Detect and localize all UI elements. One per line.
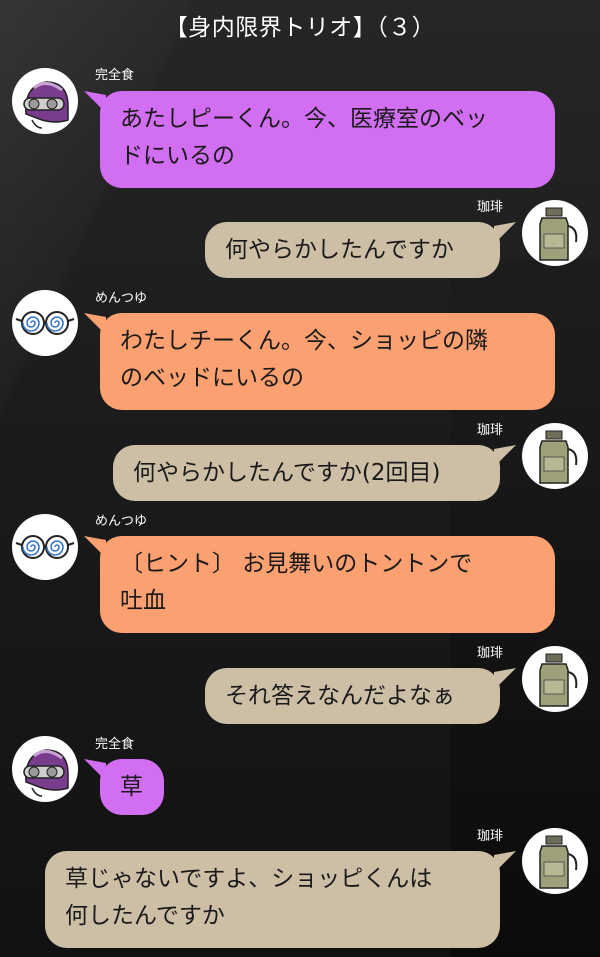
coffee-bottle-icon — [539, 835, 578, 889]
message-text-line: 〔ヒント〕 お見舞いのトントンで — [120, 551, 473, 577]
message-text-line: あたしピーくん。今、医療室のベッ — [120, 106, 488, 132]
bubble-tail — [84, 759, 106, 781]
message-bubble[interactable]: それ答えなんだよなぁ — [205, 668, 516, 724]
avatar-kanzenshoku[interactable] — [12, 736, 78, 802]
sender-name: めんつゆ — [95, 514, 148, 529]
avatar-coffee[interactable] — [522, 423, 588, 489]
bubble-tail — [84, 91, 106, 113]
swirl-glasses-icon — [15, 535, 75, 559]
message-text-line: それ答えなんだよなぁ — [225, 683, 455, 709]
bubble-tail — [84, 313, 106, 335]
sender-name: めんつゆ — [95, 291, 148, 306]
helmet-goggles-icon — [23, 749, 69, 797]
message-text-line: 何やらかしたんですか(2回目) — [133, 460, 441, 486]
coffee-bottle-icon — [539, 653, 578, 707]
message-text-line: 草 — [120, 774, 143, 800]
bubble-tail — [494, 851, 516, 873]
sender-name: 完全食 — [95, 68, 135, 83]
message-text-line: 吐血 — [120, 588, 166, 614]
swirl-glasses-icon — [15, 311, 75, 335]
helmet-goggles-icon — [23, 81, 69, 129]
avatar-mentsuyu[interactable] — [12, 514, 78, 580]
message-bubble[interactable]: 何やらかしたんですか — [205, 222, 516, 278]
bubble-tail — [84, 536, 106, 558]
chat-title: 【身内限界トリオ】（３） — [164, 15, 436, 41]
message-text-line: 何したんですか — [65, 903, 225, 929]
sender-name: 珈琲 — [477, 200, 504, 215]
avatar-coffee[interactable]: . — [522, 200, 588, 266]
message-bubble[interactable]: 草 — [84, 759, 164, 815]
avatar-coffee[interactable] — [522, 646, 588, 712]
sender-name: 珈琲 — [477, 423, 504, 438]
coffee-bottle-icon: . — [539, 207, 578, 261]
avatar-mentsuyu[interactable] — [12, 290, 78, 356]
bubble-tail — [494, 668, 516, 690]
sender-name: 珈琲 — [477, 646, 504, 661]
avatar-coffee[interactable] — [522, 828, 588, 894]
message-text-line: 何やらかしたんですか — [225, 237, 454, 263]
bubble-tail — [494, 445, 516, 467]
message-text-line: のベッドにいるの — [120, 365, 304, 391]
message-bubble[interactable]: 草じゃないですよ、ショッピくんは 何したんですか — [45, 851, 516, 948]
message-text-line: わたしチーくん。今、ショッピの隣 — [120, 328, 488, 354]
sender-name: 珈琲 — [477, 829, 504, 844]
message-text-line: 草じゃないですよ、ショッピくんは — [65, 866, 433, 892]
message-text-line: ドにいるの — [120, 143, 235, 169]
sender-name: 完全食 — [95, 737, 135, 752]
coffee-bottle-icon — [539, 430, 578, 484]
message-bubble[interactable]: 何やらかしたんですか(2回目) — [113, 445, 516, 501]
message-bubble[interactable]: 〔ヒント〕 お見舞いのトントンで 吐血 — [84, 536, 555, 633]
bubble-tail — [494, 222, 516, 244]
message-bubble[interactable]: あたしピーくん。今、医療室のベッ ドにいるの — [84, 91, 555, 188]
svg-text:.: . — [553, 239, 555, 246]
message-bubble[interactable]: わたしチーくん。今、ショッピの隣 のベッドにいるの — [84, 313, 555, 410]
avatar-kanzenshoku[interactable] — [12, 68, 78, 134]
